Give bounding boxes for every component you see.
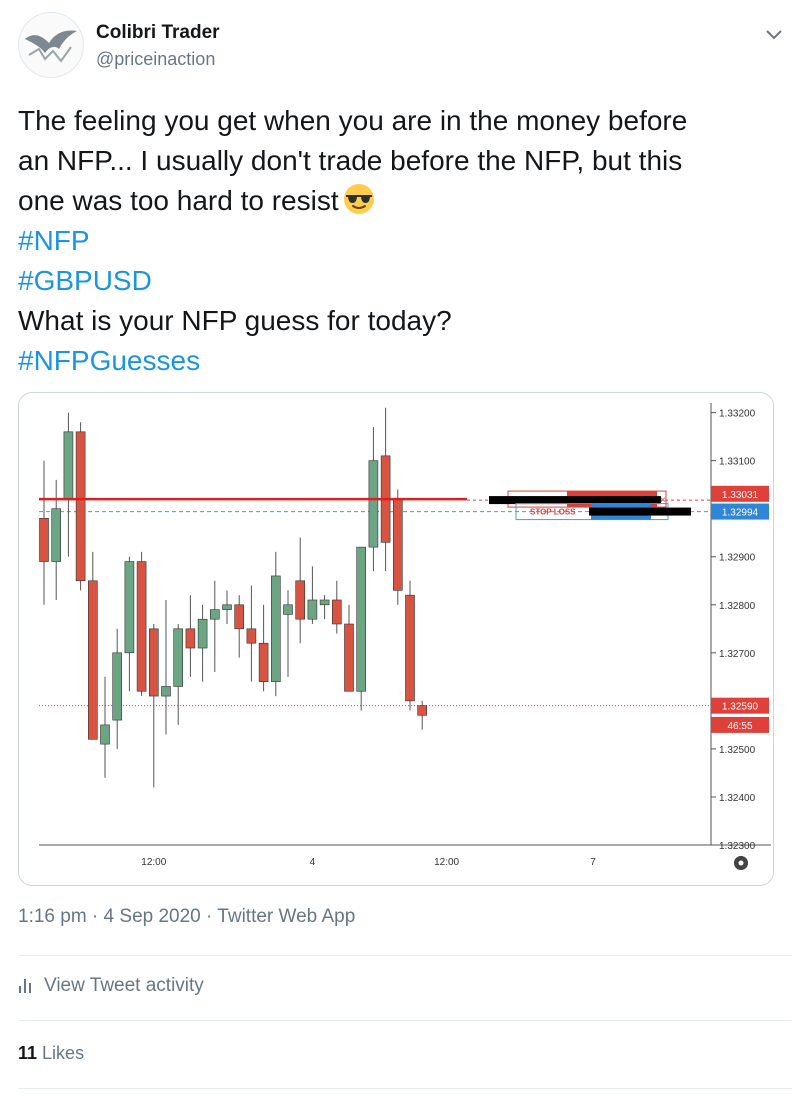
price-tick-label: 1.32500 xyxy=(719,745,756,756)
tweet-media-chart[interactable]: 1.33200 1.33100 1.32900 1.32800 1.32700 1.325… xyxy=(18,392,774,886)
candle-body xyxy=(271,575,281,682)
tweet-line: The feeling you get when you are in the … xyxy=(18,105,688,136)
price-tick-label: 1.33100 xyxy=(719,457,756,468)
candle-body xyxy=(258,642,269,682)
bird-logo-icon xyxy=(25,30,77,63)
candle-body xyxy=(185,628,196,649)
smiling-face-with-sunglasses-icon xyxy=(343,183,375,215)
tweet-meta: 1:16 pm · 4 Sep 2020 · Twitter Web App xyxy=(18,906,355,928)
tweet-line: one was too hard to resist xyxy=(18,181,792,221)
price-tick-label: 1.32300 xyxy=(719,841,756,852)
price-label: 1.32994 xyxy=(722,508,759,519)
candle-body xyxy=(246,628,257,644)
view-tweet-activity-label: View Tweet activity xyxy=(44,975,204,996)
candle-body xyxy=(210,609,220,620)
candle-body xyxy=(234,604,244,630)
time-tick-label: 12:00 xyxy=(141,857,166,868)
tweet-time[interactable]: 1:16 pm xyxy=(18,906,87,927)
tweet-line: an NFP... I usually don't trade before t… xyxy=(18,145,683,176)
candle-body xyxy=(88,580,98,740)
likes-count[interactable]: 11 Likes xyxy=(18,1043,84,1064)
price-tick-label: 1.32800 xyxy=(719,601,756,612)
tweet-date[interactable]: 4 Sep 2020 xyxy=(104,906,201,927)
price-label: 1.32590 xyxy=(722,702,759,713)
candle-body xyxy=(356,546,367,692)
candle-body xyxy=(283,604,293,615)
bar-chart-icon xyxy=(18,977,34,993)
chevron-down-icon[interactable] xyxy=(764,24,784,44)
candle-body xyxy=(319,599,330,606)
candle-body xyxy=(63,431,74,500)
likes-number: 11 xyxy=(18,1043,38,1063)
time-tick-label: 7 xyxy=(590,857,596,868)
meta-separator: · xyxy=(86,906,104,927)
hashtag-link[interactable]: #GBPUSD xyxy=(18,261,792,301)
candle-body xyxy=(392,498,403,591)
tweet-source[interactable]: Twitter Web App xyxy=(217,906,355,927)
candle-body xyxy=(149,628,159,697)
price-tick-label: 1.33200 xyxy=(719,409,756,420)
candle-body xyxy=(405,594,415,702)
candle-body xyxy=(51,508,62,562)
time-tick-label: 12:00 xyxy=(434,857,459,868)
redaction-bar xyxy=(589,507,691,516)
candlestick-chart: 1.33200 1.33100 1.32900 1.32800 1.32700 1.325… xyxy=(39,403,771,871)
candle-body xyxy=(136,561,147,692)
candle-body xyxy=(75,431,86,582)
time-tick-label: 4 xyxy=(310,857,316,868)
meta-separator: · xyxy=(200,906,218,927)
price-tick-label: 1.32700 xyxy=(719,649,756,660)
likes-label: Likes xyxy=(42,1043,85,1063)
candle-body xyxy=(124,561,135,654)
candle-body xyxy=(222,604,232,610)
divider xyxy=(18,1088,792,1089)
redaction-bar xyxy=(489,496,661,505)
close-order-icon: × xyxy=(660,495,666,506)
price-tick-label: 1.32400 xyxy=(719,793,756,804)
view-tweet-activity-link[interactable]: View Tweet activity xyxy=(18,975,204,997)
candle-body xyxy=(368,460,379,548)
price-label: 46:55 xyxy=(727,721,752,732)
candle-body xyxy=(100,724,110,745)
hashtag-link[interactable]: #NFPGuesses xyxy=(18,341,792,381)
divider xyxy=(18,955,792,956)
candle-body xyxy=(331,599,342,625)
candle-body xyxy=(344,623,354,692)
candle-body xyxy=(161,686,171,697)
tweet-header: Colibri Trader @priceinaction xyxy=(18,12,792,82)
candle-body xyxy=(307,599,318,620)
stop-loss-label: STOP LOSS xyxy=(530,508,576,517)
divider xyxy=(18,1020,792,1021)
candle-body xyxy=(112,652,122,721)
author-handle[interactable]: @priceinaction xyxy=(96,49,215,70)
tweet-text: The feeling you get when you are in the … xyxy=(18,101,792,381)
candle-body xyxy=(295,580,306,620)
author-name[interactable]: Colibri Trader xyxy=(96,22,220,44)
gear-icon xyxy=(733,855,749,871)
price-label: 1.33031 xyxy=(722,490,759,501)
candle-body xyxy=(173,628,183,687)
tweet-line-text: one was too hard to resist xyxy=(18,185,339,216)
tweet-line: What is your NFP guess for today? xyxy=(18,305,452,336)
candle-body xyxy=(197,618,208,649)
avatar[interactable] xyxy=(18,12,84,78)
candle-body xyxy=(39,518,49,562)
candle-body xyxy=(417,705,428,716)
hashtag-link[interactable]: #NFP xyxy=(18,221,792,261)
price-tick-label: 1.32900 xyxy=(719,553,756,564)
